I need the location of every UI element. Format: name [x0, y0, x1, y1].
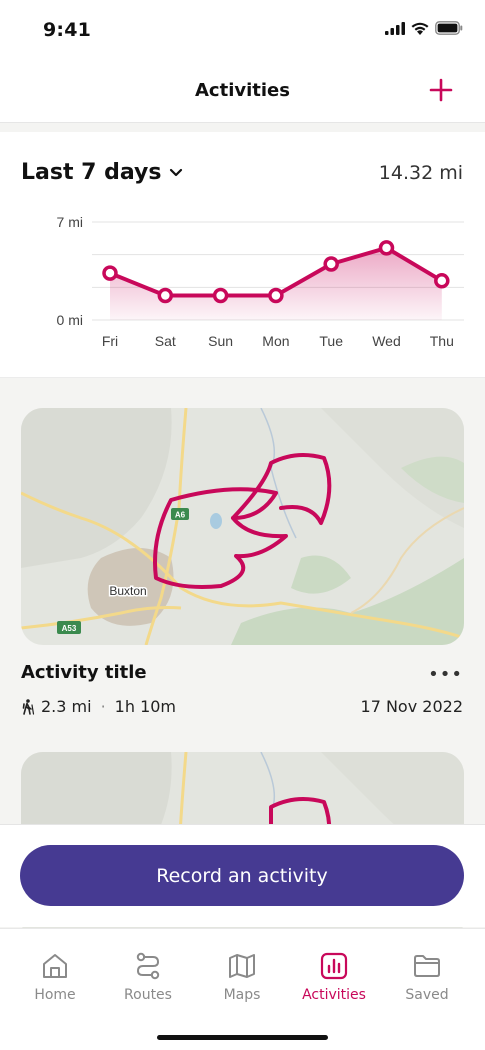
town-label: Buxton [109, 584, 146, 598]
x-tick-label: Sun [208, 333, 233, 349]
battery-icon [435, 21, 463, 35]
signal-icon [385, 21, 405, 35]
distance-chart: 7 mi 0 mi Fri Sat Sun Mon Tue Wed Thu [57, 214, 464, 349]
data-point [323, 256, 339, 272]
separator-dot: · [100, 697, 106, 716]
y-tick-label: 0 mi [57, 312, 83, 328]
chevron-down-icon [170, 168, 183, 176]
tab-label: Home [34, 987, 76, 1003]
tab-label: Maps [223, 987, 261, 1003]
tab-home[interactable]: Home [10, 951, 100, 1003]
x-tick-label: Thu [430, 333, 454, 349]
activity-stats: 2.3 mi · 1h 10m [21, 697, 176, 716]
tab-label: Saved [405, 987, 449, 1003]
status-bar: 9:41 [0, 0, 485, 60]
x-tick-label: Mon [262, 333, 289, 349]
status-time: 9:41 [43, 19, 92, 41]
total-distance: 14.32 mi [378, 162, 463, 184]
tab-label: Activities [302, 987, 366, 1003]
data-point [434, 273, 450, 289]
wifi-icon [411, 22, 429, 35]
more-options-button[interactable]: ••• [428, 664, 463, 685]
x-tick-label: Fri [102, 333, 118, 349]
record-activity-button[interactable]: Record an activity [20, 845, 464, 906]
nav-header: Activities [0, 60, 485, 123]
page-title: Activities [195, 80, 290, 101]
data-point [268, 287, 284, 304]
hiking-icon [22, 698, 35, 715]
weekly-summary-card: Last 7 days 14.32 mi 7 mi 0 mi Fri Sat Sun Mo… [0, 132, 485, 378]
tab-maps[interactable]: Maps [197, 951, 287, 1003]
activity-duration: 1h 10m [114, 697, 177, 716]
home-icon [43, 954, 67, 978]
date-range-selector[interactable]: Last 7 days [21, 160, 183, 185]
data-point [102, 265, 118, 281]
routes-icon [136, 952, 160, 980]
activity-date: 17 Nov 2022 [360, 697, 463, 716]
record-panel: Record an activity [0, 824, 485, 927]
add-activity-button[interactable] [425, 74, 457, 106]
data-point [157, 287, 174, 304]
date-range-label: Last 7 days [21, 160, 162, 185]
activities-icon [320, 952, 348, 980]
tab-label: Routes [124, 987, 172, 1003]
data-point [212, 287, 229, 304]
tab-routes[interactable]: Routes [103, 951, 193, 1003]
folder-icon [414, 955, 440, 977]
tab-saved[interactable]: Saved [382, 951, 472, 1003]
activity-title[interactable]: Activity title [21, 662, 147, 683]
series-area [110, 247, 442, 320]
x-tick-label: Wed [372, 333, 401, 349]
maps-icon [229, 954, 255, 978]
plus-icon [429, 78, 453, 102]
road-label-a53: A53 [62, 624, 77, 633]
y-tick-label: 7 mi [57, 214, 83, 230]
route-map: A6 A53 Buxton [21, 408, 464, 645]
data-point [378, 240, 395, 256]
home-indicator [157, 1035, 328, 1040]
activity-distance: 2.3 mi [41, 697, 92, 716]
activity-map[interactable]: A6 A53 Buxton [21, 408, 464, 645]
x-tick-label: Sat [155, 333, 176, 349]
tab-bar: Home Routes Maps Activities Saved [0, 928, 485, 1050]
road-label-a6: A6 [175, 511, 186, 520]
status-icons [385, 21, 463, 35]
tab-activities[interactable]: Activities [289, 951, 379, 1003]
x-tick-label: Tue [319, 333, 343, 349]
